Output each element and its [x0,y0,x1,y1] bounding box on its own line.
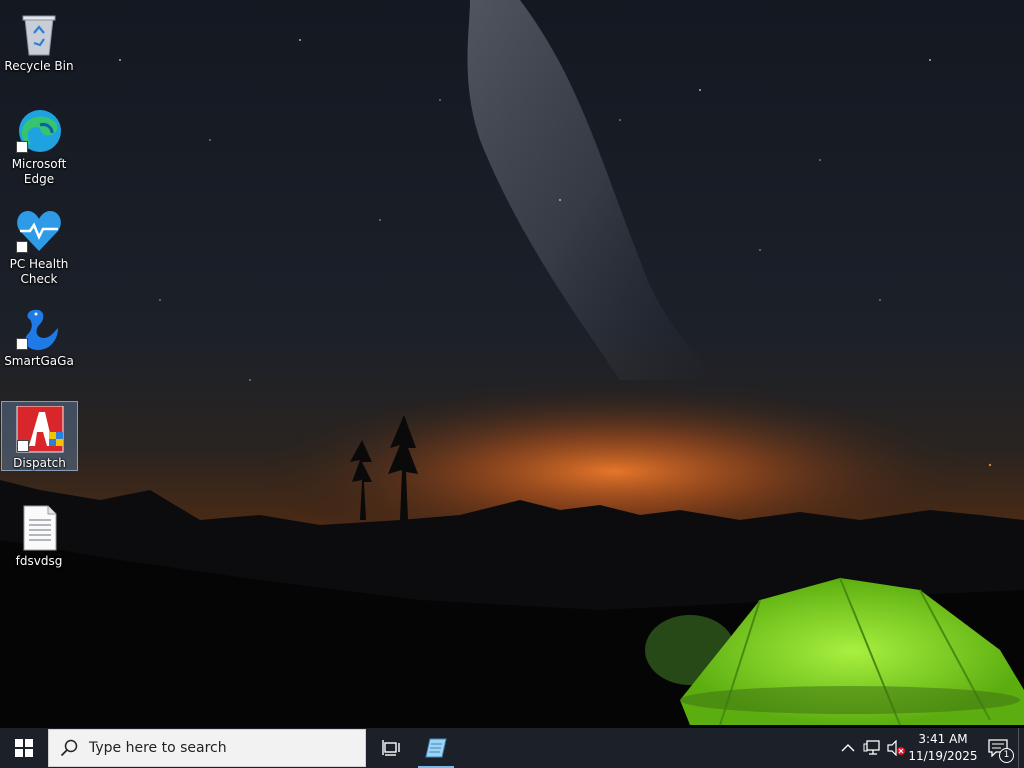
shortcut-arrow-icon [16,141,28,153]
system-tray: 3:41 AM 11/19/2025 1 [836,728,1024,768]
text-file-icon [14,504,64,552]
recycle-bin-icon [14,9,64,57]
pc-health-check-icon [14,207,64,255]
desktop-icon-recycle-bin[interactable]: Recycle Bin [2,5,76,77]
desktop-icon-label: Microsoft Edge [11,157,67,186]
volume-muted-icon [887,740,905,756]
taskbar-app-notepad[interactable] [416,728,456,768]
dispatch-icon [15,405,65,454]
task-view-button[interactable] [368,728,416,768]
desktop-wallpaper [0,0,1024,728]
action-center-button[interactable]: 1 [978,728,1018,768]
shortcut-arrow-icon [16,440,29,452]
desktop-icon-microsoft-edge[interactable]: Microsoft Edge [2,103,76,189]
notepad-icon [425,738,447,758]
network-button[interactable] [860,728,884,768]
desktop-icon-label: fdsvdsg [15,554,63,568]
start-button[interactable] [0,728,48,768]
taskbar-search-box[interactable]: Type here to search [48,729,366,767]
shortcut-arrow-icon [16,338,28,350]
desktop-icon-fdsvdsg[interactable]: fdsvdsg [2,500,76,572]
task-view-icon [382,740,400,756]
clock-time: 3:41 AM [918,732,968,746]
taskbar-clock[interactable]: 3:41 AM 11/19/2025 [908,731,978,765]
search-icon [49,739,89,757]
show-hidden-icons-button[interactable] [836,728,860,768]
desktop-icon-label: Recycle Bin [4,59,74,73]
volume-button[interactable] [884,728,908,768]
desktop-icon-label: Dispatch [13,456,66,470]
desktop-icon-label: SmartGaGa [4,354,74,368]
search-placeholder: Type here to search [89,740,227,756]
taskbar: Type here to search 3:41 AM 11/19/2025 1 [0,728,1024,768]
windows-logo-icon [15,739,33,757]
network-icon [863,740,880,755]
shortcut-arrow-icon [16,241,28,253]
chevron-up-icon [841,744,855,752]
edge-icon [14,107,64,155]
notification-count-badge: 1 [999,748,1014,763]
show-desktop-button[interactable] [1018,728,1024,768]
smartgaga-icon [14,304,64,352]
desktop-icon-dispatch[interactable]: Dispatch [1,401,78,471]
desktop-icon-label: PC Health Check [9,257,69,286]
clock-date: 11/19/2025 [908,749,978,763]
desktop-icon-smartgaga[interactable]: SmartGaGa [2,300,76,372]
desktop-icon-pc-health-check[interactable]: PC Health Check [2,203,76,289]
